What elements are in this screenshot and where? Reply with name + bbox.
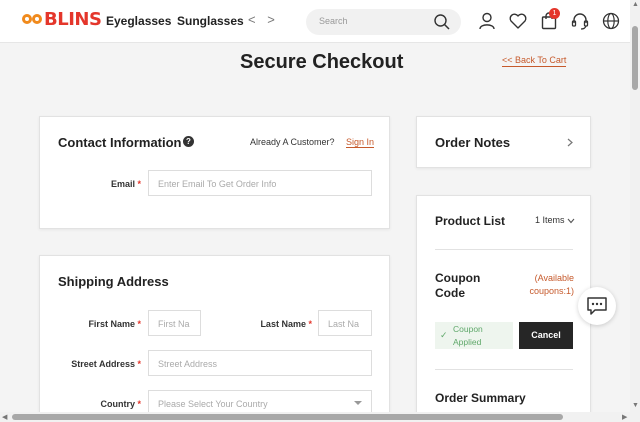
horizontal-scroll-thumb[interactable]: [12, 414, 563, 420]
scroll-down-arrow-icon[interactable]: ▼: [632, 402, 639, 409]
scroll-up-arrow-icon[interactable]: ▲: [632, 1, 639, 8]
headset-icon[interactable]: [570, 11, 590, 31]
logo[interactable]: BLINS: [22, 9, 102, 30]
street-address-label: Street Address *: [71, 359, 141, 369]
check-icon: ✓: [440, 330, 448, 340]
last-name-field[interactable]: Last Na: [318, 310, 372, 336]
coupon-code-title: Coupon Code: [435, 271, 481, 300]
chevron-right-icon[interactable]: [567, 138, 573, 147]
country-label: Country *: [100, 399, 141, 409]
cart-count-badge: 1: [549, 8, 560, 19]
nav-scroll-arrows[interactable]: < >: [248, 12, 279, 27]
user-icon[interactable]: [477, 11, 497, 31]
email-field[interactable]: Enter Email To Get Order Info: [148, 170, 372, 196]
coupon-applied-text: Coupon Applied: [453, 324, 483, 347]
divider: [435, 369, 573, 370]
scroll-left-arrow-icon[interactable]: ◀: [2, 413, 7, 421]
last-name-label: Last Name *: [260, 319, 312, 329]
search-input[interactable]: Search: [319, 16, 348, 26]
email-label: Email *: [110, 179, 141, 189]
back-to-cart-link[interactable]: << Back To Cart: [502, 55, 567, 67]
order-summary-heading: Order Summary: [435, 391, 526, 405]
shipping-heading: Shipping Address: [58, 274, 169, 289]
globe-icon[interactable]: [601, 11, 621, 31]
available-coupons-link[interactable]: (Available coupons:1): [517, 272, 574, 298]
country-select-value: Please Select Your Country: [158, 399, 268, 409]
first-name-field[interactable]: First Na: [148, 310, 201, 336]
contact-information-card: Contact Information ? Already A Customer…: [39, 116, 390, 229]
search-box[interactable]: Search: [306, 9, 461, 35]
sign-in-link[interactable]: Sign In: [346, 137, 375, 148]
logo-glasses-icon: [22, 10, 44, 30]
vertical-scrollbar[interactable]: ▲ ▼: [630, 0, 640, 422]
order-notes-card[interactable]: Order Notes: [416, 116, 591, 168]
product-list-heading: Product List: [435, 214, 506, 228]
chat-icon: [587, 297, 607, 315]
search-icon[interactable]: [433, 13, 451, 31]
chevron-down-icon: [354, 401, 362, 405]
nav-eyeglasses[interactable]: Eyeglasses: [106, 14, 171, 28]
coupon-applied-badge: ✓ Coupon Applied: [435, 322, 513, 349]
already-customer-text: Already A Customer?: [250, 137, 335, 147]
page-title: Secure Checkout: [240, 51, 404, 73]
vertical-scroll-thumb[interactable]: [632, 26, 638, 90]
street-address-field[interactable]: Street Address: [148, 350, 372, 376]
nav-sunglasses[interactable]: Sunglasses: [177, 14, 244, 28]
cancel-coupon-button[interactable]: Cancel: [519, 322, 573, 349]
contact-heading: Contact Information: [58, 135, 182, 150]
scroll-right-arrow-icon[interactable]: ▶: [622, 413, 627, 421]
site-header: BLINS Eyeglasses Sunglasses < > Search 1: [0, 0, 630, 43]
heart-icon[interactable]: [508, 11, 528, 31]
order-notes-heading: Order Notes: [435, 135, 511, 150]
chevron-down-icon: [567, 218, 575, 223]
items-count-toggle[interactable]: 1 Items: [535, 215, 575, 225]
shipping-address-card: Shipping Address First Name * First Na L…: [39, 255, 390, 416]
horizontal-scrollbar[interactable]: ◀ ▶: [0, 412, 640, 422]
help-icon[interactable]: ?: [183, 136, 194, 147]
chat-button[interactable]: [578, 287, 616, 325]
product-list-card: Product List 1 Items Coupon Code (Availa…: [416, 195, 591, 415]
logo-text: BLINS: [44, 9, 102, 30]
first-name-label: First Name *: [88, 319, 141, 329]
divider: [435, 249, 573, 250]
